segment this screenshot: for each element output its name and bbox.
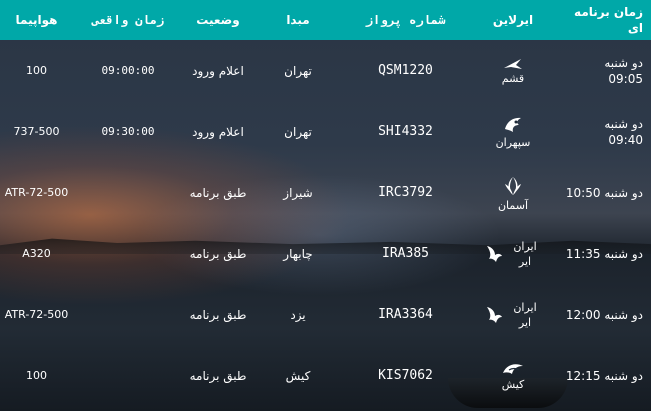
aircraft: ATR-72-500 [4, 308, 69, 321]
header-status: وضعیت [196, 13, 240, 27]
sepehran-logo-icon [502, 115, 524, 135]
flight-number: KIS7062 [378, 368, 433, 383]
airline-cell: آسمان [468, 174, 558, 212]
qeshm-air-logo-icon [502, 57, 524, 71]
scheduled-hour: 09:05 [608, 71, 643, 86]
aseman-logo-icon [501, 174, 525, 198]
origin: کیش [285, 368, 311, 383]
origin: یزد [290, 307, 306, 322]
scheduled-time: دو شنبه 10:50 [558, 185, 651, 201]
scheduled-day-hour: دو شنبه 12:15 [565, 368, 643, 383]
origin: شیراز [283, 185, 313, 200]
header-flight-number: شماره پرواز [365, 13, 446, 27]
origin: چابهار [283, 246, 313, 261]
scheduled-time: دو شنبه 09:05 [558, 55, 651, 87]
airline-cell: سپهران [468, 115, 558, 149]
flight-arrivals-table: زمان برنامه ای ایرلاین شماره پرواز مبدا … [0, 0, 651, 411]
status-text: طبق برنامه [189, 246, 247, 261]
scheduled-day-hour: دو شنبه 10:50 [565, 185, 643, 200]
status-text: اعلام ورود [192, 63, 244, 78]
scheduled-day-hour: دو شنبه 12:00 [565, 307, 643, 322]
scheduled-time: دو شنبه 12:00 [558, 307, 651, 323]
scheduled-hour: 09:40 [608, 132, 643, 147]
airline-cell: کیش [468, 361, 558, 391]
scheduled-day-hour: دو شنبه 11:35 [565, 246, 643, 261]
scheduled-time: دو شنبه 11:35 [558, 246, 651, 262]
table-row: دو شنبه 09:40 سپهران SHI4332 تهران اعلام… [0, 101, 651, 162]
actual-time: 09:00:00 [101, 64, 155, 77]
aircraft: 100 [26, 369, 47, 382]
table-row: دو شنبه 09:05 قشم QSM1220 تهران اعلام ور… [0, 40, 651, 101]
flight-number: IRA385 [382, 246, 429, 261]
kish-air-logo-icon [501, 361, 525, 377]
table-row: دو شنبه 11:35 ایران ایر IRA385 چابهار طب… [0, 223, 651, 284]
flight-number: IRA3364 [378, 307, 433, 322]
airline-name: ایران ایر [513, 301, 537, 329]
origin: تهران [284, 63, 312, 78]
airline-cell: قشم [468, 57, 558, 85]
airline-name: قشم [501, 71, 525, 85]
actual-time: 09:30:00 [101, 125, 155, 138]
aircraft: 100 [26, 64, 47, 77]
table-row: دو شنبه 10:50 آسمان IRC3792 شیراز طبق بر… [0, 162, 651, 223]
scheduled-day: دو شنبه [604, 55, 643, 70]
header-aircraft: هواپیما [15, 13, 58, 27]
status-text: طبق برنامه [189, 185, 247, 200]
origin: تهران [284, 124, 312, 139]
airline-name: سپهران [495, 135, 531, 149]
status-text: اعلام ورود [192, 124, 244, 139]
airline-cell: ایران ایر [468, 238, 558, 269]
header-origin: مبدا [286, 13, 310, 27]
aircraft: ATR-72-500 [4, 186, 69, 199]
header-airline: ایرلاین [492, 13, 534, 27]
aircraft: A320 [22, 247, 51, 260]
header-scheduled-time: زمان برنامه ای [574, 5, 643, 35]
airline-name: آسمان [497, 198, 529, 212]
table-row: دو شنبه 12:15 کیش KIS7062 کیش طبق برنامه… [0, 345, 651, 406]
flight-number: IRC3792 [378, 185, 433, 200]
iranair-logo-icon [484, 243, 504, 265]
flight-number: SHI4332 [378, 124, 433, 139]
airline-name: کیش [501, 377, 525, 391]
status-text: طبق برنامه [189, 368, 247, 383]
scheduled-time: دو شنبه 12:15 [558, 368, 651, 384]
flight-number: QSM1220 [378, 63, 433, 78]
header-actual-time: زمان واقعی [91, 13, 165, 27]
table-row: دو شنبه 12:00 ایران ایر IRA3364 یزد طبق … [0, 284, 651, 345]
aircraft: 737-500 [13, 125, 60, 138]
scheduled-day: دو شنبه [604, 116, 643, 131]
table-header: زمان برنامه ای ایرلاین شماره پرواز مبدا … [0, 0, 651, 40]
airline-cell: ایران ایر [468, 299, 558, 330]
scheduled-time: دو شنبه 09:40 [558, 116, 651, 148]
iranair-logo-icon [484, 304, 504, 326]
status-text: طبق برنامه [189, 307, 247, 322]
airline-name: ایران ایر [513, 240, 537, 268]
